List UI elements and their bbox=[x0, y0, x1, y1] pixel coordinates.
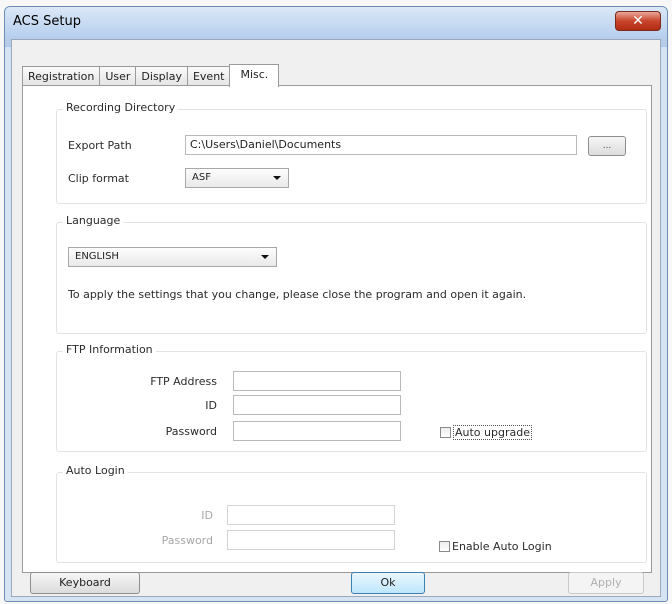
auto-login-title: Auto Login bbox=[63, 464, 128, 477]
ftp-password-input[interactable] bbox=[233, 421, 401, 441]
dialog-body: Registration User Display Event Misc. Re… bbox=[11, 39, 661, 597]
tab-registration[interactable]: Registration bbox=[22, 66, 101, 86]
ftp-information-title: FTP Information bbox=[63, 343, 156, 356]
auto-login-id-label: ID bbox=[201, 509, 213, 522]
auto-login-group: Auto Login ID Password Enable Auto Login bbox=[56, 464, 647, 563]
language-restart-note: To apply the settings that you change, p… bbox=[68, 288, 527, 301]
auto-login-password-label: Password bbox=[161, 534, 213, 547]
enable-auto-login-box[interactable] bbox=[439, 541, 450, 552]
ftp-address-label: FTP Address bbox=[150, 375, 217, 388]
chevron-down-icon bbox=[273, 176, 281, 180]
auto-upgrade-checkbox[interactable]: Auto upgrade bbox=[440, 425, 532, 440]
tab-display[interactable]: Display bbox=[135, 66, 188, 86]
auto-upgrade-label: Auto upgrade bbox=[453, 425, 532, 440]
auto-login-id-input[interactable] bbox=[227, 505, 395, 525]
recording-directory-group: Recording Directory Export Path C:\Users… bbox=[56, 101, 647, 204]
ftp-id-input[interactable] bbox=[233, 395, 401, 415]
ftp-id-label: ID bbox=[205, 399, 217, 412]
clip-format-label: Clip format bbox=[68, 172, 129, 185]
misc-tab-panel: Recording Directory Export Path C:\Users… bbox=[22, 85, 652, 573]
auto-upgrade-box[interactable] bbox=[440, 427, 451, 438]
acs-setup-window: ACS Setup ✕ Registration User Display Ev… bbox=[4, 6, 668, 602]
export-path-label: Export Path bbox=[68, 139, 132, 152]
apply-button[interactable]: Apply bbox=[568, 572, 644, 594]
browse-button[interactable]: ... bbox=[588, 136, 626, 156]
language-title: Language bbox=[63, 214, 124, 227]
ftp-address-input[interactable] bbox=[233, 371, 401, 391]
clip-format-value: ASF bbox=[192, 172, 211, 183]
ftp-password-label: Password bbox=[165, 425, 217, 438]
export-path-input[interactable]: C:\Users\Daniel\Documents bbox=[185, 135, 577, 155]
recording-directory-title: Recording Directory bbox=[63, 101, 179, 114]
language-group: Language ENGLISH To apply the settings t… bbox=[56, 214, 647, 334]
ftp-information-group: FTP Information FTP Address ID Password … bbox=[56, 343, 647, 452]
auto-login-password-input[interactable] bbox=[227, 530, 395, 550]
close-button[interactable]: ✕ bbox=[615, 11, 661, 31]
tab-misc[interactable]: Misc. bbox=[229, 64, 280, 87]
keyboard-button[interactable]: Keyboard bbox=[30, 572, 140, 594]
clip-format-select[interactable]: ASF bbox=[185, 168, 289, 188]
window-title: ACS Setup bbox=[13, 14, 81, 29]
language-value: ENGLISH bbox=[75, 251, 119, 262]
tab-strip: Registration User Display Event Misc. bbox=[22, 64, 280, 87]
enable-auto-login-checkbox[interactable]: Enable Auto Login bbox=[439, 540, 552, 553]
close-icon: ✕ bbox=[632, 13, 644, 29]
title-bar[interactable]: ACS Setup ✕ bbox=[5, 7, 667, 37]
chevron-down-icon bbox=[261, 255, 269, 259]
tab-user[interactable]: User bbox=[99, 66, 137, 86]
tab-event[interactable]: Event bbox=[186, 66, 231, 86]
ok-button[interactable]: Ok bbox=[351, 572, 425, 594]
language-select[interactable]: ENGLISH bbox=[68, 247, 277, 267]
enable-auto-login-label: Enable Auto Login bbox=[452, 540, 552, 553]
